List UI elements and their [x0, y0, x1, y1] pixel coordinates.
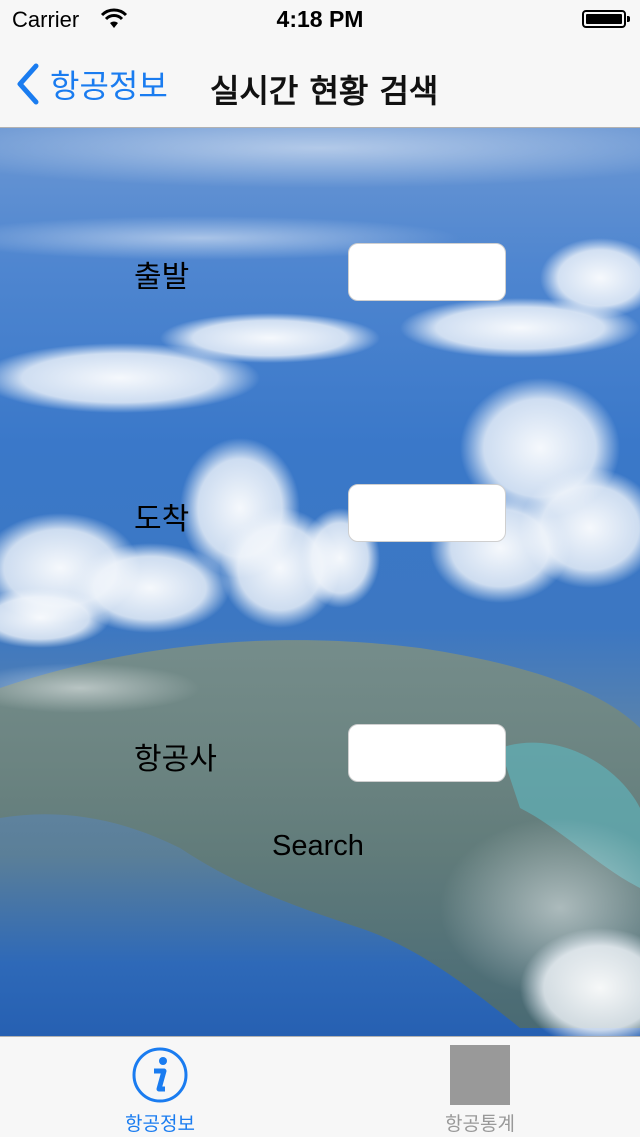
back-button-label: 항공정보: [50, 67, 168, 105]
tab-bar: 항공정보 항공통계: [0, 1036, 640, 1136]
clock: 4:18 PM: [276, 6, 364, 32]
tab-flight-info[interactable]: 항공정보: [0, 1037, 320, 1137]
placeholder-square-icon: [450, 1045, 510, 1105]
airline-label: 항공사: [134, 742, 217, 777]
status-bar: Carrier 4:18 PM: [0, 0, 640, 40]
chevron-left-icon: [17, 63, 39, 105]
search-form-area: 출발 도착 항공사 Search: [0, 128, 640, 1036]
airline-input[interactable]: [348, 724, 506, 782]
arrival-label: 도착: [134, 502, 190, 537]
info-icon: [130, 1045, 190, 1105]
sky-background-image: [0, 128, 640, 1036]
tab-flight-stats[interactable]: 항공통계: [320, 1037, 640, 1137]
back-button[interactable]: 항공정보: [14, 62, 168, 106]
arrival-input[interactable]: [348, 484, 506, 542]
navigation-bar: 항공정보 실시간 현황 검색: [0, 40, 640, 128]
page-title: 실시간 현황 검색: [210, 72, 439, 110]
departure-input[interactable]: [348, 243, 506, 301]
tab-flight-info-label: 항공정보: [125, 1113, 195, 1135]
battery-icon: [582, 10, 630, 28]
search-button[interactable]: Search: [272, 830, 364, 863]
departure-label: 출발: [134, 260, 190, 295]
tab-flight-stats-label: 항공통계: [445, 1113, 515, 1135]
